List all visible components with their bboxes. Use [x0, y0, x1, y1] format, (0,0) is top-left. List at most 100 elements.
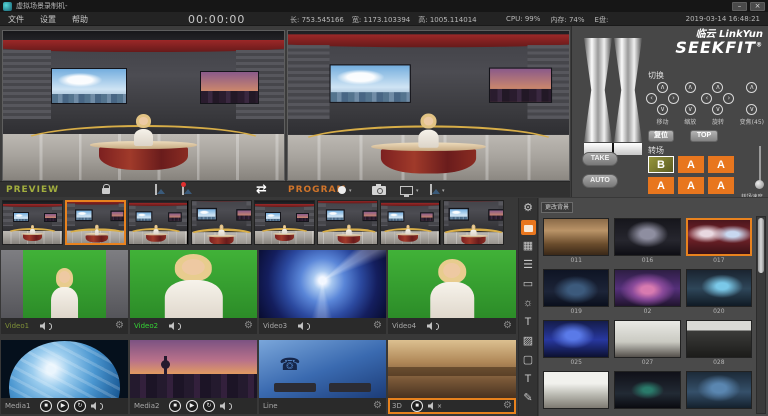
scene-angle-thumbnail[interactable]	[317, 200, 378, 245]
arrow-right-button[interactable]: ›	[723, 93, 734, 104]
stream-image-icon[interactable]	[430, 184, 432, 195]
scene-angle-thumbnail[interactable]	[443, 200, 504, 245]
menu-help[interactable]: 帮助	[72, 14, 88, 25]
speaker-icon[interactable]	[298, 322, 310, 330]
transition-b-button[interactable]: B	[648, 156, 674, 173]
template-item[interactable]: 028	[686, 320, 752, 371]
template-item[interactable]: 027	[614, 320, 680, 371]
source-settings-icon[interactable]: ⚙	[244, 321, 253, 331]
template-item[interactable]	[543, 371, 609, 416]
draw-icon[interactable]: ✎	[521, 391, 536, 406]
menu-settings[interactable]: 设置	[40, 14, 56, 25]
layout-icon[interactable]: ▦	[521, 239, 536, 254]
player-cell-media1[interactable]: Media1 ■ ▶ ↻	[1, 340, 128, 414]
video1-thumbnail[interactable]	[1, 250, 128, 318]
template-thumbnail[interactable]	[614, 218, 680, 256]
template-thumbnail[interactable]	[614, 269, 680, 307]
transition-a-button[interactable]: A	[708, 177, 734, 194]
menu-file[interactable]: 文件	[8, 14, 24, 25]
background-image-icon[interactable]	[155, 184, 157, 195]
template-item[interactable]: 017	[686, 218, 752, 269]
transition-a-button[interactable]: A	[648, 177, 674, 194]
arrow-left-button[interactable]: ‹	[646, 93, 657, 104]
arrow-left-button[interactable]: ‹	[701, 93, 712, 104]
output-display-icon[interactable]	[400, 186, 413, 195]
list-icon[interactable]: ☰	[521, 258, 536, 273]
media1-thumbnail[interactable]	[1, 340, 128, 398]
transition-speed-slider[interactable]	[755, 146, 765, 190]
source-cell-video2[interactable]: Video2 ⚙	[130, 250, 257, 334]
arrow-up-button[interactable]: ∧	[685, 82, 696, 93]
lock-icon[interactable]	[102, 188, 110, 194]
loop-button[interactable]: ↻	[74, 400, 86, 412]
frame-icon[interactable]: ▢	[521, 353, 536, 368]
t-bar-right-handle[interactable]	[614, 38, 642, 142]
source-cell-video1[interactable]: Video1 ⚙	[1, 250, 128, 334]
speaker-muted-icon[interactable]: ×	[428, 402, 442, 410]
template-thumbnail[interactable]	[543, 371, 609, 409]
template-thumbnail[interactable]	[543, 218, 609, 256]
source-settings-icon[interactable]: ⚙	[373, 321, 382, 331]
background-image-live-icon[interactable]	[182, 184, 184, 195]
subtitle-icon[interactable]: T	[521, 372, 536, 387]
t-bar-handles[interactable]	[584, 38, 642, 142]
source-settings-icon[interactable]: ⚙	[115, 321, 124, 331]
video4-thumbnail[interactable]	[388, 250, 516, 318]
template-tab[interactable]: 更改背景	[541, 202, 573, 213]
player-cell-media2[interactable]: Media2 ■ ▶ ↻	[130, 340, 257, 414]
template-thumbnail[interactable]	[614, 320, 680, 358]
video3-thumbnail[interactable]	[259, 250, 386, 318]
t-bar-left-handle[interactable]	[584, 38, 612, 142]
transition-a-button[interactable]: A	[678, 156, 704, 173]
settings-icon[interactable]: ⚙	[521, 201, 536, 216]
scene-angle-thumbnail[interactable]	[65, 200, 126, 245]
texture-icon[interactable]: ▨	[521, 334, 536, 349]
3d-thumbnail[interactable]	[388, 340, 516, 398]
save-icon[interactable]	[521, 220, 536, 235]
template-thumbnail[interactable]	[686, 371, 752, 409]
video2-thumbnail[interactable]	[130, 250, 257, 318]
display-dropdown-icon[interactable]: ▾	[416, 188, 419, 194]
template-thumbnail[interactable]	[686, 269, 752, 307]
stream-dropdown-icon[interactable]: ▾	[442, 188, 445, 194]
player-cell-line[interactable]: ☎ Line ⚙	[259, 340, 386, 414]
line-thumbnail[interactable]: ☎	[259, 340, 386, 398]
close-button[interactable]: ×	[750, 2, 765, 11]
light-icon[interactable]: ☼	[521, 296, 536, 311]
source-settings-icon[interactable]: ⚙	[503, 321, 512, 331]
transition-a-button[interactable]: A	[678, 177, 704, 194]
arrow-down-button[interactable]: ∨	[746, 104, 757, 115]
arrow-down-button[interactable]: ∨	[685, 104, 696, 115]
speaker-icon[interactable]	[40, 322, 52, 330]
scene-angle-thumbnail[interactable]	[128, 200, 189, 245]
template-item[interactable]	[614, 371, 680, 416]
take-button[interactable]: TAKE	[582, 152, 618, 166]
reset-button[interactable]: 复位	[648, 130, 674, 142]
scene-angle-thumbnail[interactable]	[191, 200, 252, 245]
scene-angle-thumbnail[interactable]	[254, 200, 315, 245]
top-view-button[interactable]: TOP	[690, 130, 718, 142]
text-icon[interactable]: T	[521, 315, 536, 330]
stop-button[interactable]: ■	[40, 400, 52, 412]
template-thumbnail[interactable]	[614, 371, 680, 409]
template-item[interactable]: 025	[543, 320, 609, 371]
call-option-button[interactable]	[274, 383, 316, 392]
play-button[interactable]: ▶	[186, 400, 198, 412]
template-item[interactable]: 020	[686, 269, 752, 320]
display-icon[interactable]: ▭	[521, 277, 536, 292]
stop-button[interactable]: ■	[169, 400, 181, 412]
swap-buses-icon[interactable]: ⇄	[256, 182, 267, 197]
player-cell-3d[interactable]: 3D ■ × ⚙	[388, 340, 516, 414]
auto-button[interactable]: AUTO	[582, 174, 618, 188]
source-cell-video3[interactable]: Video3 ⚙	[259, 250, 386, 334]
scrollbar-thumb[interactable]	[758, 218, 764, 273]
template-thumbnail[interactable]	[543, 269, 609, 307]
arrow-down-button[interactable]: ∨	[657, 104, 668, 115]
arrow-up-button[interactable]: ∧	[657, 82, 668, 93]
transition-a-button[interactable]: A	[708, 156, 734, 173]
stop-button[interactable]: ■	[411, 400, 423, 412]
template-item[interactable]: 011	[543, 218, 609, 269]
template-item[interactable]: 016	[614, 218, 680, 269]
call-option-button[interactable]	[329, 383, 371, 392]
record-dropdown-icon[interactable]: ▾	[349, 188, 352, 194]
